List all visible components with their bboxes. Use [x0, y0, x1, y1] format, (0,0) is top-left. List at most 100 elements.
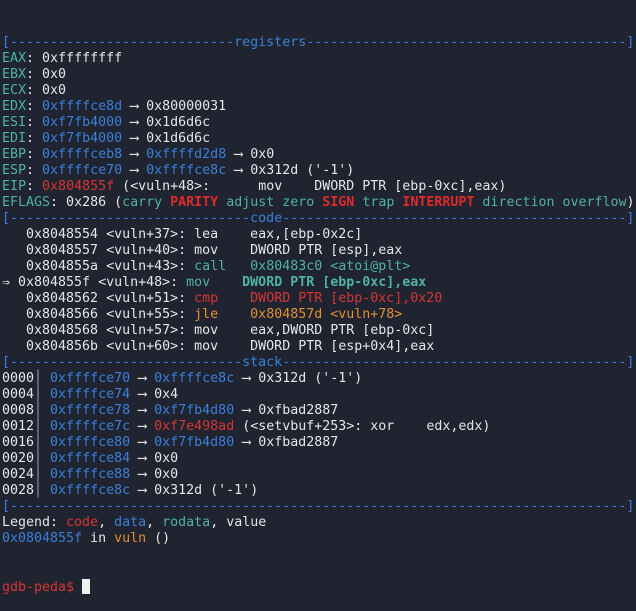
text-segment: : — [26, 163, 43, 178]
text-segment: 0008 — [2, 403, 35, 418]
text-segment: (<setvbuf+253>: xor edx,edx) — [234, 419, 491, 434]
code-line: 0x8048568 <vuln+57>: mov eax,DWORD PTR [… — [2, 323, 635, 339]
text-segment: ⟶ 0x312d ('-1') — [226, 163, 355, 178]
text-segment: ⟶ 0x312d ('-1') — [130, 483, 259, 498]
register-line: ESI: 0xf7fb4000 ⟶ 0x1d6d6c — [2, 115, 635, 131]
text-segment: │ — [34, 371, 51, 386]
text-segment: ⟶ 0x4 — [130, 387, 179, 402]
text-segment: ⟶ — [130, 435, 155, 450]
text-segment: 0012 — [2, 419, 35, 434]
header-line: [----------------------------registers--… — [2, 35, 635, 51]
text-segment: , value — [210, 515, 267, 530]
text-segment: SIGN — [322, 195, 355, 210]
text-segment: 0xffffce84 — [50, 451, 131, 466]
text-segment: 0xf7fb4000 — [42, 131, 123, 146]
section-header: [----------------------------registers--… — [2, 35, 635, 50]
text-segment: 0x8048557 <vuln+40>: mov DWORD PTR [esp]… — [2, 243, 403, 258]
text-segment: PARITY — [170, 195, 219, 210]
text-segment: 0x8048566 <vuln+55>: — [2, 307, 195, 322]
text-segment: ⟶ 0x312d ('-1') — [234, 371, 363, 386]
stack-line: 0012│ 0xffffce7c ⟶ 0xf7e498ad (<setvbuf+… — [2, 419, 635, 435]
text-segment: ⟶ — [122, 147, 147, 162]
text-segment: vuln — [114, 531, 147, 546]
text-segment: 0x804855a <vuln+43>: — [2, 259, 195, 274]
stack-line: 0024│ 0xffffce88 ⟶ 0x0 — [2, 467, 635, 483]
text-segment: │ — [34, 451, 51, 466]
text-segment: ⇒ 0x804855f <vuln+48>: — [2, 275, 187, 290]
text-segment: ⟶ 0xfbad2887 — [234, 435, 339, 450]
text-segment: : 0x0 — [26, 83, 67, 98]
header-line: [---------------------------------------… — [2, 499, 635, 515]
prompt-line[interactable]: gdb-peda$ — [2, 579, 635, 595]
text-segment: cmp DWORD PTR [ebp-0xc],0x20 — [194, 291, 443, 306]
text-segment: ⟶ — [130, 403, 155, 418]
register-line: EAX: 0xffffffff — [2, 51, 635, 67]
text-segment: 0xffffce88 — [50, 467, 131, 482]
text-segment: ECX — [2, 83, 27, 98]
text-segment: 0xffffce70 — [50, 371, 131, 386]
register-line: EFLAGS: 0x286 (carry PARITY adjust zero … — [2, 195, 635, 211]
text-segment: 0024 — [2, 467, 35, 482]
section-header: [-----------------------------stack-----… — [2, 355, 635, 370]
text-segment: (<vuln+48>: mov DWORD PTR [ebp-0xc],eax) — [114, 179, 507, 194]
register-line: ECX: 0x0 — [2, 83, 635, 99]
code-line: 0x8048554 <vuln+37>: lea eax,[ebp-0x2c] — [2, 227, 635, 243]
text-segment: │ — [34, 483, 51, 498]
text-segment: ESI — [2, 115, 27, 130]
text-segment: 0x0804855f — [2, 531, 83, 546]
text-segment: mov — [186, 275, 243, 290]
text-segment: 0xffffce8c — [154, 371, 235, 386]
text-segment: () — [146, 531, 171, 546]
code-line: 0x804856b <vuln+60>: mov DWORD PTR [esp+… — [2, 339, 635, 355]
register-line: EDX: 0xffffce8d ⟶ 0x80000031 — [2, 99, 635, 115]
text-segment: EAX — [2, 51, 27, 66]
register-line: EBX: 0x0 — [2, 67, 635, 83]
text-segment: direction overflow — [474, 195, 627, 210]
header-line: [------------------------------code-----… — [2, 211, 635, 227]
register-line: EIP: 0x804855f (<vuln+48>: mov DWORD PTR… — [2, 179, 635, 195]
text-segment: │ — [34, 419, 51, 434]
register-line: ESP: 0xffffce70 ⟶ 0xffffce8c ⟶ 0x312d ('… — [2, 163, 635, 179]
text-segment: 0016 — [2, 435, 35, 450]
text-segment: 0xffffd2d8 — [146, 147, 227, 162]
text-segment: │ — [34, 435, 51, 450]
stack-line: 0000│ 0xffffce70 ⟶ 0xffffce8c ⟶ 0x312d (… — [2, 371, 635, 387]
text-segment: data — [114, 515, 147, 530]
code-line: 0x804855a <vuln+43>: call 0x80483c0 <ato… — [2, 259, 635, 275]
text-segment: EIP — [2, 179, 27, 194]
text-segment: 0xf7fb4000 — [42, 115, 123, 130]
code-current-line: ⇒ 0x804855f <vuln+48>: mov DWORD PTR [eb… — [2, 275, 635, 291]
text-segment: 0x804856b <vuln+60>: mov DWORD PTR [esp+… — [2, 339, 435, 354]
stack-line: 0028│ 0xffffce8c ⟶ 0x312d ('-1') — [2, 483, 635, 499]
text-segment: , — [98, 515, 115, 530]
header-line: [-----------------------------stack-----… — [2, 355, 635, 371]
text-segment: EBP — [2, 147, 27, 162]
text-segment: ⟶ 0x80000031 — [122, 99, 227, 114]
text-segment: EBX — [2, 67, 27, 82]
text-segment: │ — [34, 467, 51, 482]
text-segment: ⟶ 0x1d6d6c — [122, 131, 211, 146]
text-segment: 0028 — [2, 483, 35, 498]
text-segment: in — [82, 531, 115, 546]
text-segment: ⟶ 0x0 — [226, 147, 275, 162]
text-segment: DWORD PTR [ebp-0xc],eax — [242, 275, 427, 290]
text-segment: 0xffffce8d — [42, 99, 123, 114]
text-segment: ⟶ — [122, 163, 147, 178]
text-segment: : — [26, 179, 43, 194]
legend-line: Legend: code, data, rodata, value — [2, 515, 635, 531]
text-segment: 0xffffce8c — [50, 483, 131, 498]
text-segment: : — [26, 115, 43, 130]
text-cursor — [82, 579, 91, 594]
text-segment: EFLAGS — [2, 195, 51, 210]
text-segment: : 0x0 — [26, 67, 67, 82]
stack-line: 0004│ 0xffffce74 ⟶ 0x4 — [2, 387, 635, 403]
text-segment: : — [26, 147, 43, 162]
text-segment: : — [26, 99, 43, 114]
terminal-output[interactable]: [----------------------------registers--… — [2, 3, 635, 611]
text-segment: 0020 — [2, 451, 35, 466]
text-segment: 0xf7fb4d80 — [154, 435, 235, 450]
text-segment: ⟶ 0x1d6d6c — [122, 115, 211, 130]
text-segment: 0xffffce80 — [50, 435, 131, 450]
text-segment: │ — [34, 403, 51, 418]
code-line: 0x8048562 <vuln+51>: cmp DWORD PTR [ebp-… — [2, 291, 635, 307]
